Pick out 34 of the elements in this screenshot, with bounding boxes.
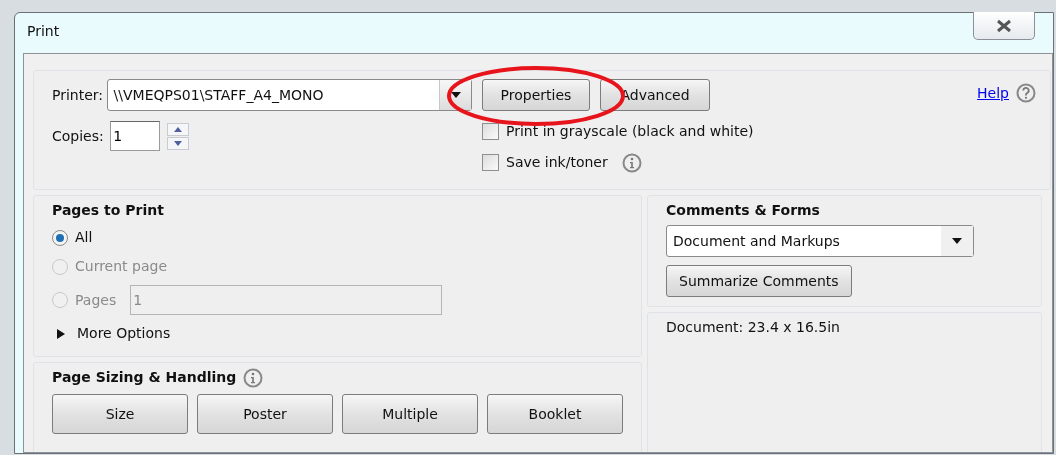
- document-size: Document: 23.4 x 16.5in: [666, 318, 841, 337]
- help-icon: [1016, 83, 1036, 103]
- summarize-comments-button[interactable]: Summarize Comments: [666, 265, 852, 297]
- radio-button[interactable]: [52, 229, 68, 246]
- expand-triangle-icon: [56, 328, 65, 339]
- radio-label: Current page: [75, 257, 167, 276]
- copies-spinner[interactable]: [167, 122, 190, 150]
- section-title: Page Sizing & Handling: [52, 368, 237, 387]
- dropdown-arrow-icon: [450, 92, 461, 98]
- help-link[interactable]: Help: [977, 83, 1009, 104]
- sizing-button[interactable]: Multiple: [342, 394, 478, 434]
- option-label: Save ink/toner: [506, 153, 608, 172]
- sizing-button[interactable]: Size: [52, 394, 188, 434]
- dropdown-arrow-icon: [952, 238, 962, 244]
- sizing-button[interactable]: Poster: [197, 394, 333, 434]
- sizing-button[interactable]: Booklet: [487, 394, 623, 434]
- copies-field[interactable]: 1: [110, 121, 161, 151]
- info-icon: [243, 367, 264, 388]
- section-title: Comments & Forms: [666, 201, 821, 220]
- properties-button[interactable]: Properties: [482, 79, 590, 111]
- comments-dropdown[interactable]: Document and Markups: [666, 225, 974, 257]
- more-options-toggle[interactable]: More Options: [52, 323, 623, 344]
- close-icon: [995, 18, 1013, 33]
- radio-label: Pages: [75, 290, 117, 310]
- close-button[interactable]: [973, 12, 1035, 40]
- checkbox[interactable]: [482, 154, 499, 171]
- radio-label: All: [75, 228, 93, 247]
- printer-label: Printer:: [52, 85, 104, 105]
- option-label: Print in grayscale (black and white): [506, 122, 754, 141]
- checkbox[interactable]: [482, 123, 499, 140]
- window-title: Print: [27, 23, 60, 39]
- printer-dropdown[interactable]: \\VMEQPS01\STAFF_A4_MONO: [106, 79, 472, 111]
- copies-label: Copies:: [52, 126, 104, 146]
- section-title: Pages to Print: [52, 201, 165, 220]
